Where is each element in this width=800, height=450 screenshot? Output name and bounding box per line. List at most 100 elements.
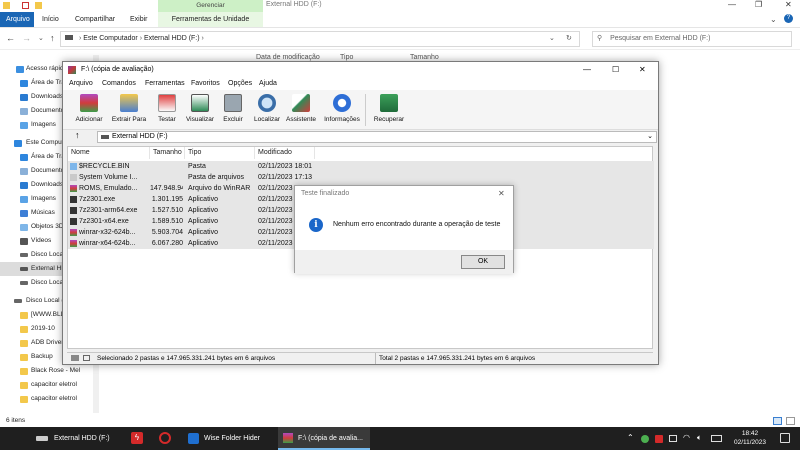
- chevron-down-icon[interactable]: ⌄: [549, 32, 555, 46]
- winrar-logo-icon: [68, 66, 76, 74]
- forward-arrow-icon[interactable]: →: [22, 33, 31, 43]
- document-icon: [20, 108, 28, 115]
- keyboard-icon[interactable]: [711, 435, 722, 442]
- maximize-button[interactable]: ❐: [755, 0, 762, 9]
- column-header-tamanho[interactable]: Tamanho: [150, 147, 185, 159]
- status-total: Total 2 pastas e 147.965.331.241 bytes e…: [379, 355, 536, 362]
- column-header-tipo[interactable]: Tipo: [185, 147, 255, 159]
- clock[interactable]: 18:42 02/11/2023: [728, 429, 772, 447]
- back-arrow-icon[interactable]: ←: [6, 33, 15, 43]
- video-icon: [20, 238, 28, 245]
- maximize-button[interactable]: ☐: [612, 62, 619, 78]
- menu-ajuda[interactable]: Ajuda: [259, 78, 277, 90]
- menu-comandos[interactable]: Comandos: [102, 78, 136, 90]
- table-row[interactable]: $RECYCLE.BIN Pasta 02/11/2023 18:01: [68, 161, 654, 172]
- menu-opcoes[interactable]: Opções: [228, 78, 252, 90]
- search-input[interactable]: ⚲ Pesquisar em External HDD (F:): [592, 31, 792, 47]
- column-header-date[interactable]: Data de modificação: [256, 54, 320, 61]
- archive-add-icon: [80, 94, 98, 112]
- winrar-installer-icon: [70, 229, 77, 236]
- chevron-down-icon[interactable]: ⌄: [647, 132, 653, 142]
- status-bar: 6 itens: [0, 415, 800, 427]
- nav-folder-capacitor-2[interactable]: capacitor eletrol: [0, 392, 92, 406]
- details-view-icon[interactable]: [773, 417, 782, 425]
- notifications-icon[interactable]: [780, 433, 790, 443]
- monitor-icon[interactable]: [669, 435, 677, 442]
- help-icon[interactable]: ?: [784, 14, 793, 23]
- folder-icon: [70, 174, 77, 181]
- path-dropdown[interactable]: External HDD (F:) ⌄: [97, 131, 657, 143]
- large-icons-view-icon[interactable]: [786, 417, 795, 425]
- 7zip-icon: [70, 207, 77, 214]
- wifi-icon[interactable]: ◠: [683, 433, 690, 442]
- tab-compartilhar[interactable]: Compartilhar: [69, 12, 121, 27]
- folder-icon: [20, 382, 28, 389]
- up-arrow-icon[interactable]: ↑: [75, 130, 80, 140]
- tab-ferramentas-de-unidade[interactable]: Ferramentas de Unidade: [158, 12, 263, 27]
- taskbar: External HDD (F:) ϟ Wise Folder Hider F:…: [0, 427, 800, 450]
- clock-time: 18:42: [741, 430, 759, 437]
- breadcrumb-este-computador[interactable]: Este Computador: [83, 35, 137, 42]
- item-count: 6 itens: [6, 417, 26, 424]
- speaker-icon[interactable]: 🔈︎: [697, 433, 702, 443]
- pictures-icon: [20, 122, 28, 129]
- folder-icon: [20, 312, 28, 319]
- winrar-logo-icon: [283, 433, 293, 443]
- column-header-modificado[interactable]: Modificado: [255, 147, 315, 159]
- tray-app-icon[interactable]: [641, 435, 649, 443]
- column-header-type[interactable]: Tipo: [340, 54, 353, 61]
- recover-button[interactable]: Recuperar: [369, 92, 409, 128]
- tab-arquivo[interactable]: Arquivo: [0, 12, 34, 27]
- star-icon: [16, 66, 24, 73]
- taskbar-app-eye[interactable]: [152, 427, 178, 450]
- menu-arquivo[interactable]: Arquivo: [69, 78, 93, 90]
- up-arrow-icon[interactable]: ↑: [50, 33, 55, 43]
- column-header-size[interactable]: Tamanho: [410, 54, 439, 61]
- folder-extract-icon: [120, 94, 138, 112]
- folder-icon: [3, 2, 10, 9]
- rar-archive-icon: [70, 185, 77, 192]
- close-button[interactable]: ✕: [785, 0, 792, 9]
- wizard-button[interactable]: Assistente: [281, 92, 321, 128]
- key-icon[interactable]: [83, 355, 90, 361]
- refresh-icon[interactable]: ↻: [566, 32, 572, 46]
- minimize-button[interactable]: —: [583, 62, 591, 78]
- table-row[interactable]: System Volume I... Pasta de arquivos 02/…: [68, 172, 654, 183]
- folder-icon: [20, 340, 28, 347]
- menu-favoritos[interactable]: Favoritos: [191, 78, 220, 90]
- 7zip-icon: [70, 218, 77, 225]
- folder-lock-icon: [188, 433, 199, 444]
- properties-icon[interactable]: [22, 2, 29, 9]
- chevron-down-icon[interactable]: ⌄: [770, 15, 777, 24]
- winrar-installer-icon: [70, 240, 77, 247]
- winrar-titlebar: F:\ (cópia de avaliação) — ☐ ✕: [63, 62, 658, 78]
- breadcrumb-external-hdd[interactable]: External HDD (F:): [144, 35, 200, 42]
- minimize-button[interactable]: —: [728, 0, 736, 9]
- close-button[interactable]: ✕: [639, 62, 646, 78]
- drive-icon: [20, 267, 28, 271]
- tray-app-icon[interactable]: [655, 435, 663, 443]
- tab-inicio[interactable]: Início: [36, 12, 65, 27]
- document-icon: [20, 168, 28, 175]
- nav-folder-capacitor-1[interactable]: capacitor eletrol: [0, 378, 92, 392]
- tab-exibir[interactable]: Exibir: [124, 12, 154, 27]
- lightning-icon: ϟ: [131, 432, 143, 444]
- taskbar-app-red[interactable]: ϟ: [124, 427, 150, 450]
- taskbar-item-wise-folder-hider[interactable]: Wise Folder Hider: [182, 427, 274, 450]
- nav-folder-black-rose[interactable]: Black Rose - Mel: [0, 364, 92, 378]
- taskbar-item-winrar[interactable]: F:\ (cópia de avalia...: [278, 427, 370, 450]
- info-button[interactable]: Informações: [322, 92, 362, 128]
- computer-icon: [14, 140, 22, 147]
- chevron-down-icon[interactable]: ⌄: [38, 34, 44, 42]
- chevron-up-icon[interactable]: ⌃: [627, 433, 634, 442]
- contextual-tab-group: Gerenciar: [158, 0, 263, 12]
- ok-button[interactable]: OK: [461, 255, 505, 269]
- address-box[interactable]: › Este Computador › External HDD (F:) › …: [60, 31, 580, 47]
- taskbar-item-explorer[interactable]: External HDD (F:): [32, 427, 120, 450]
- drive-icon: [71, 355, 79, 361]
- folder-icon: [20, 396, 28, 403]
- column-header-nome[interactable]: Nome: [68, 147, 150, 159]
- new-folder-icon[interactable]: [35, 2, 42, 9]
- close-button[interactable]: ✕: [498, 189, 505, 198]
- menu-ferramentas[interactable]: Ferramentas: [145, 78, 185, 90]
